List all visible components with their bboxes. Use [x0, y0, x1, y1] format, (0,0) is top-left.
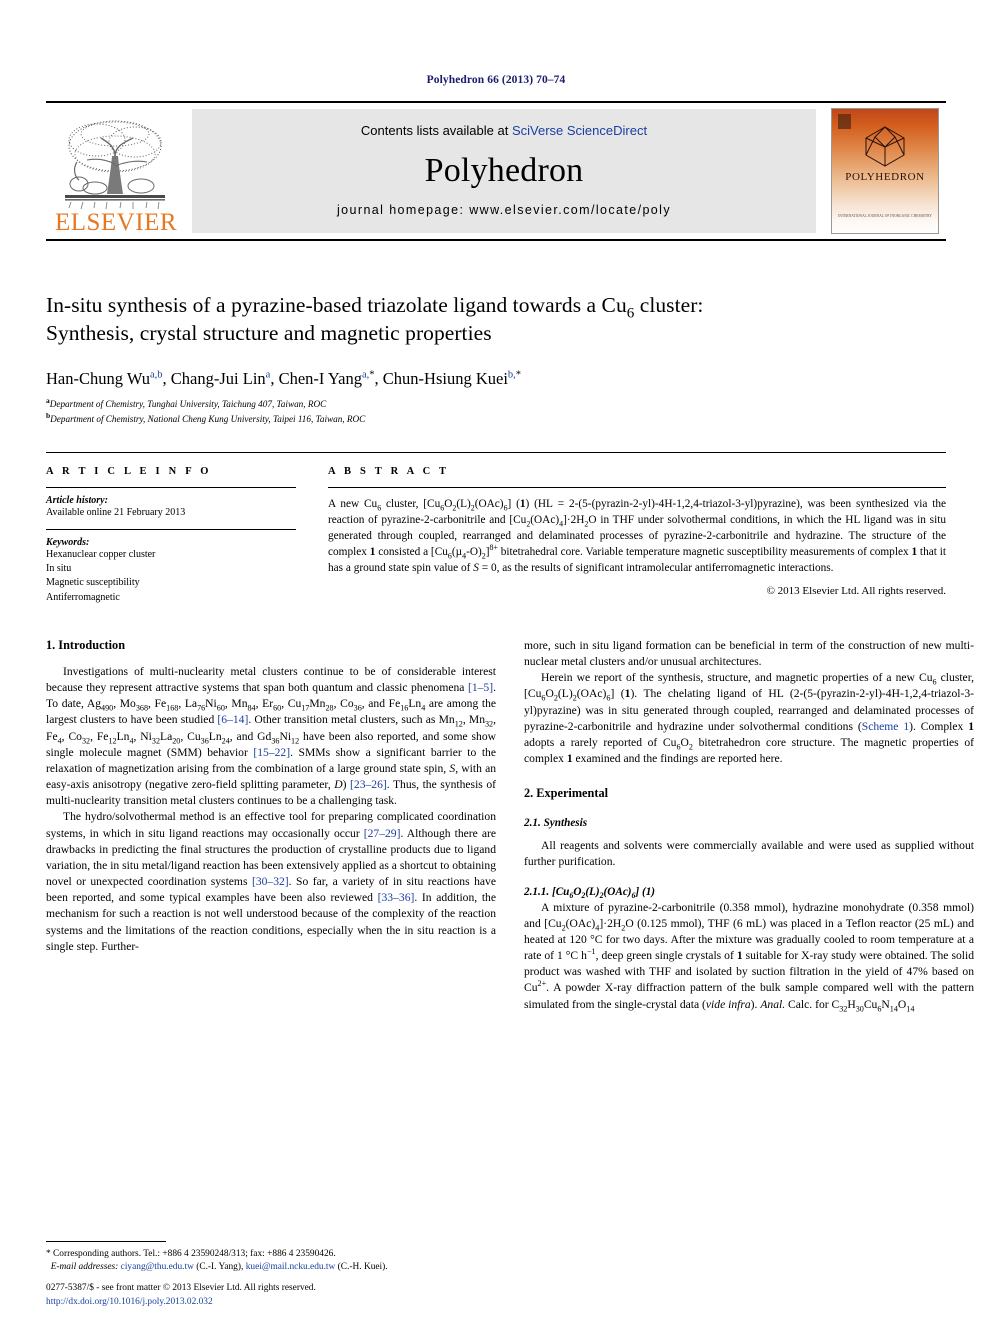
- email-note: E-mail addresses: ciyang@thu.edu.tw (C.-…: [50, 1262, 388, 1273]
- running-head: Polyhedron 66 (2013) 70–74: [426, 74, 566, 86]
- section-heading-experimental: 2. Experimental: [524, 786, 609, 801]
- contents-available-line: Contents lists available at SciVerse Sci…: [361, 123, 647, 138]
- synthesis-paragraph: All reagents and solvents were commercia…: [524, 839, 974, 869]
- masthead-center-panel: Contents lists available at SciVerse Sci…: [192, 109, 816, 233]
- keywords-group: Keywords: Hexanuclear copper cluster In …: [46, 530, 296, 614]
- intro-paragraph-2: The hydro/solvothermal method is an effe…: [46, 810, 497, 953]
- journal-article-page: Polyhedron 66 (2013) 70–74 ELSEVIER Cont…: [0, 0, 992, 1323]
- email-name-1: (C.-I. Yang): [196, 1262, 241, 1273]
- abstract-heading: A B S T R A C T: [328, 465, 450, 477]
- keyword-item: Hexanuclear copper cluster: [46, 549, 156, 561]
- footnote-block: * Corresponding authors. Tel.: +886 4 23…: [46, 1240, 496, 1275]
- article-history-group: Article history: Available online 21 Feb…: [46, 488, 296, 529]
- title-line-2: Synthesis, crystal structure and magneti…: [46, 321, 492, 346]
- footnote-divider: [46, 1240, 166, 1242]
- article-body: 1. Introduction Investigations of multi-…: [46, 638, 974, 1198]
- journal-masthead: ELSEVIER Contents lists available at Sci…: [46, 101, 946, 241]
- elsevier-tree-icon: [57, 116, 175, 212]
- article-history-value: Available online 21 February 2013: [46, 506, 186, 518]
- polyhedron-graphic-icon: [865, 126, 905, 167]
- affiliation-b: bDepartment of Chemistry, National Cheng…: [46, 410, 366, 424]
- affiliation-b-text: Department of Chemistry, National Cheng …: [50, 413, 366, 424]
- title-line-1-post: cluster:: [634, 293, 704, 317]
- keyword-item: Magnetic susceptibility: [46, 577, 140, 589]
- keyword-item: Antiferromagnetic: [46, 591, 120, 603]
- journal-title: Polyhedron: [424, 151, 584, 189]
- email-label: E-mail addresses:: [50, 1262, 119, 1273]
- cover-image: POLYHEDRON INTERNATIONAL JOURNAL OF INOR…: [831, 108, 939, 234]
- keywords-label: Keywords:: [46, 537, 90, 549]
- body-column-right: more, such in situ ligand formation can …: [524, 638, 974, 1198]
- intro-paragraph-2-continued: more, such in situ ligand formation can …: [524, 638, 974, 668]
- article-history-label: Article history:: [46, 494, 108, 506]
- affiliation-a-text: Department of Chemistry, Tunghai Univers…: [49, 399, 327, 410]
- email-link-2[interactable]: kuei@mail.ncku.edu.tw: [246, 1262, 336, 1272]
- abstract-column: A B S T R A C T A new Cu6 cluster, [Cu6O…: [328, 466, 946, 614]
- abstract-body: A new Cu6 cluster, [Cu6O2(L)2(OAc)6] (1)…: [328, 497, 947, 574]
- author-list: Han-Chung Wua,b, Chang-Jui Lina, Chen-I …: [46, 368, 522, 388]
- elsevier-logo: ELSEVIER: [46, 103, 186, 239]
- email-name-2: (C.-H. Kuei).: [337, 1262, 388, 1273]
- doi-link[interactable]: http://dx.doi.org/10.1016/j.poly.2013.02…: [46, 1295, 516, 1309]
- affiliation-a: aDepartment of Chemistry, Tunghai Univer…: [46, 396, 327, 410]
- subsection-heading-synthesis: 2.1. Synthesis: [524, 817, 588, 830]
- article-title-block: In-situ synthesis of a pyrazine-based tr…: [46, 291, 946, 426]
- abstract-copyright: © 2013 Elsevier Ltd. All rights reserved…: [766, 585, 946, 598]
- intro-paragraph-1: Investigations of multi-nuclearity metal…: [46, 664, 497, 808]
- section-heading-introduction: 1. Introduction: [46, 637, 126, 652]
- compound-paragraph: A mixture of pyrazine-2-carbonitrile (0.…: [524, 900, 975, 1013]
- subsection-heading-compound: 2.1.1. [Cu6O2(L)2(OAc)6] (1): [524, 885, 656, 900]
- article-info-heading: A R T I C L E I N F O: [46, 465, 212, 477]
- info-abstract-region: A R T I C L E I N F O Article history: A…: [46, 451, 946, 614]
- cover-publisher-icon: [838, 114, 851, 129]
- issn-copyright-block: 0277-5387/$ - see front matter © 2013 El…: [46, 1281, 516, 1309]
- title-line-1-pre: In-situ synthesis of a pyrazine-based tr…: [46, 293, 627, 317]
- corresponding-author-note: * Corresponding authors. Tel.: +886 4 23…: [46, 1248, 336, 1259]
- page-title: In-situ synthesis of a pyrazine-based tr…: [46, 291, 946, 348]
- intro-paragraph-3: Herein we report of the synthesis, struc…: [524, 671, 975, 766]
- contents-prefix: Contents lists available at: [360, 123, 512, 138]
- body-column-left: 1. Introduction Investigations of multi-…: [46, 638, 496, 1198]
- cover-journal-title: POLYHEDRON: [845, 171, 925, 183]
- elsevier-wordmark: ELSEVIER: [54, 209, 178, 236]
- sciencedirect-link[interactable]: SciVerse ScienceDirect: [512, 123, 647, 138]
- issn-line: 0277-5387/$ - see front matter © 2013 El…: [46, 1282, 316, 1293]
- keyword-item: In situ: [46, 563, 72, 575]
- journal-homepage-link[interactable]: journal homepage: www.elsevier.com/locat…: [337, 203, 671, 217]
- email-link-1[interactable]: ciyang@thu.edu.tw: [121, 1262, 194, 1272]
- article-info-column: A R T I C L E I N F O Article history: A…: [46, 466, 296, 614]
- cover-subtitle: INTERNATIONAL JOURNAL OF INORGANIC CHEMI…: [838, 213, 932, 218]
- journal-cover-thumbnail: POLYHEDRON INTERNATIONAL JOURNAL OF INOR…: [824, 108, 946, 234]
